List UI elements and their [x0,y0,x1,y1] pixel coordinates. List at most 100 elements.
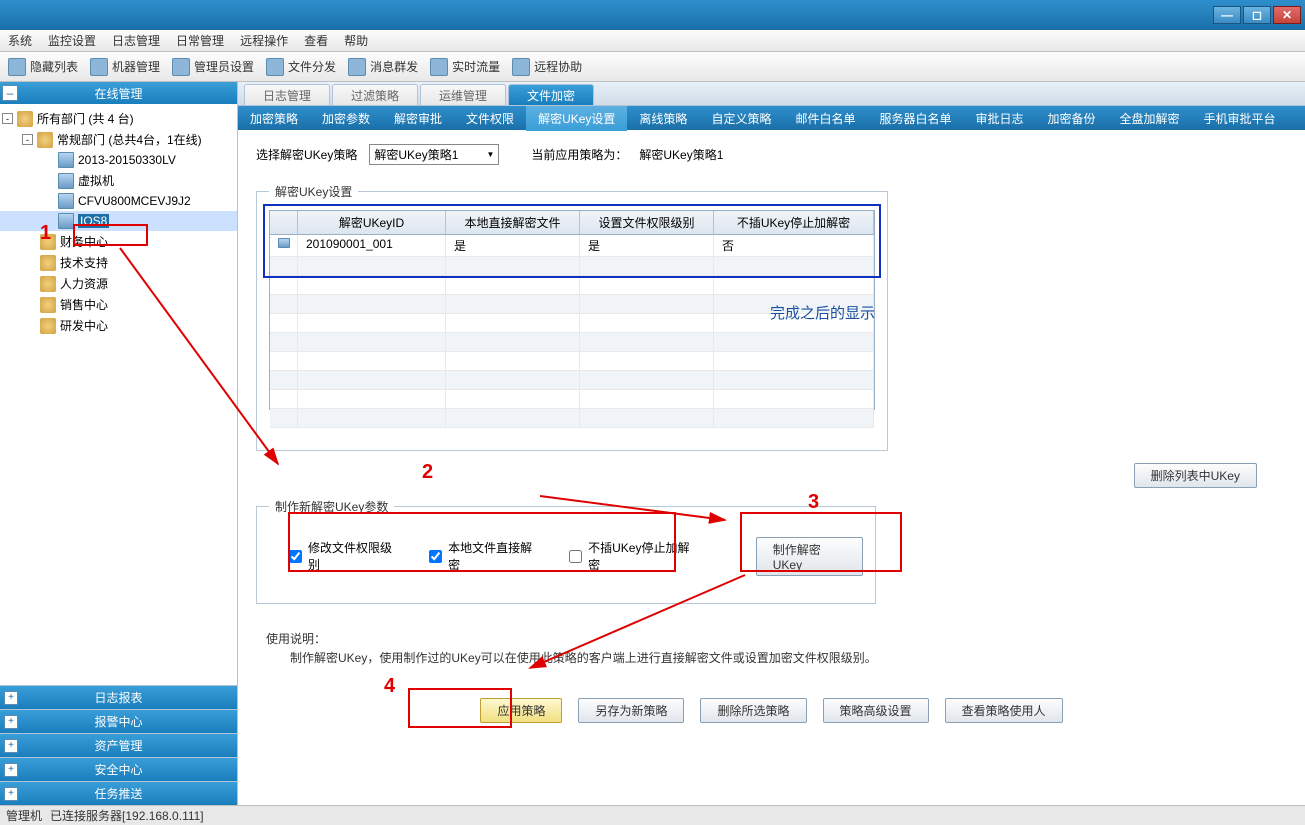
grid-row-empty [270,352,874,371]
tab-encrypt[interactable]: 文件加密 [508,84,594,105]
grid-col: 不插UKey停止加解密 [714,211,874,234]
subtab[interactable]: 加密参数 [310,106,382,131]
subtab[interactable]: 文件权限 [454,106,526,131]
tb-msg[interactable]: 消息群发 [348,58,418,76]
subtab[interactable]: 手机审批平台 [1192,106,1288,131]
checkbox[interactable] [429,550,442,563]
subtab-active[interactable]: 解密UKey设置 [526,106,627,131]
subtab[interactable]: 加密备份 [1036,106,1108,131]
menu-monitor[interactable]: 监控设置 [48,32,96,49]
menubar: 系统 监控设置 日志管理 日常管理 远程操作 查看 帮助 [0,30,1305,52]
menu-view[interactable]: 查看 [304,32,328,49]
titlebar: — ◻ ✕ [0,0,1305,30]
tree-dept[interactable]: -常规部门 (总共4台，1在线) [0,129,237,150]
grid-row-empty [270,371,874,390]
checkbox[interactable] [289,550,302,563]
usage-title: 使用说明： [266,630,1277,649]
tb-filedist[interactable]: 文件分发 [266,58,336,76]
tree-machine[interactable]: CFVU800MCEVJ9J2 [0,191,237,211]
cell: 是 [580,235,714,256]
tree-dept-item[interactable]: 研发中心 [0,315,237,336]
grid-col: 本地直接解密文件 [446,211,580,234]
delete-policy-button[interactable]: 删除所选策略 [700,698,806,723]
menu-system[interactable]: 系统 [8,32,32,49]
subtab[interactable]: 邮件白名单 [783,106,867,131]
tree-dept-item[interactable]: 销售中心 [0,294,237,315]
panel-task[interactable]: +任务推送 [0,781,237,805]
tb-remote-help[interactable]: 远程协助 [512,58,582,76]
bottom-buttons: 应用策略 另存为新策略 删除所选策略 策略高级设置 查看策略使用人 [256,698,1287,723]
panel-alarm[interactable]: +报警中心 [0,709,237,733]
grid-row[interactable]: 201090001_001 是 是 否 [270,235,874,257]
tree-machine-selected[interactable]: IOS8 [0,211,237,231]
tb-hide-list[interactable]: 隐藏列表 [8,58,78,76]
subtab[interactable]: 全盘加解密 [1108,106,1192,131]
make-ukey-button[interactable]: 制作解密UKey [756,537,863,576]
tree-dept-item[interactable]: 人力资源 [0,273,237,294]
pc-icon [58,152,74,168]
tb-machine[interactable]: 机器管理 [90,58,160,76]
policy-select-label: 选择解密UKey策略 [256,146,357,163]
collapse-button[interactable]: – [2,85,18,101]
grid-col: 解密UKeyID [298,211,446,234]
menu-remote[interactable]: 远程操作 [240,32,288,49]
panel-body: 选择解密UKey策略 解密UKey策略1 当前应用策略为： 解密UKey策略1 … [238,130,1305,805]
policy-advanced-button[interactable]: 策略高级设置 [823,698,929,723]
policy-combo[interactable]: 解密UKey策略1 [369,144,499,165]
minimize-button[interactable]: — [1213,6,1241,24]
menu-daily[interactable]: 日常管理 [176,32,224,49]
panel-logreport[interactable]: +日志报表 [0,685,237,709]
subtab[interactable]: 自定义策略 [699,106,783,131]
admin-icon [172,58,190,76]
home-icon [37,132,53,148]
checkbox[interactable] [569,550,582,563]
current-policy-label: 当前应用策略为： [531,146,627,163]
view-users-button[interactable]: 查看策略使用人 [945,698,1063,723]
close-button[interactable]: ✕ [1273,6,1301,24]
tree-machine[interactable]: 虚拟机 [0,170,237,191]
subtab[interactable]: 服务器白名单 [867,106,963,131]
subtab[interactable]: 解密审批 [382,106,454,131]
plus-icon: + [4,715,18,729]
chk-stop-no-ukey[interactable]: 不插UKey停止加解密 [569,539,696,573]
sidebar: – 在线管理 -所有部门 (共 4 台) -常规部门 (总共4台，1在线) 20… [0,82,238,805]
maximize-button[interactable]: ◻ [1243,6,1271,24]
saveas-policy-button[interactable]: 另存为新策略 [578,698,684,723]
dept-icon [40,297,56,313]
dept-icon [40,255,56,271]
tree-machine[interactable]: 2013-20150330LV [0,150,237,170]
menu-help[interactable]: 帮助 [344,32,368,49]
tree-root[interactable]: -所有部门 (共 4 台) [0,108,237,129]
subtab[interactable]: 审批日志 [963,106,1035,131]
grid-row-empty [270,276,874,295]
chk-modify-level[interactable]: 修改文件权限级别 [289,539,399,573]
policy-row: 选择解密UKey策略 解密UKey策略1 当前应用策略为： 解密UKey策略1 [256,144,1287,165]
tb-admin[interactable]: 管理员设置 [172,58,254,76]
done-label: 完成之后的显示 [770,302,875,323]
tree: -所有部门 (共 4 台) -常规部门 (总共4台，1在线) 2013-2015… [0,104,237,685]
toggle-icon[interactable]: - [22,134,33,145]
panel-security[interactable]: +安全中心 [0,757,237,781]
tree-dept-item[interactable]: 技术支持 [0,252,237,273]
delete-ukey-button[interactable]: 删除列表中UKey [1134,463,1257,488]
subtab[interactable]: 离线策略 [627,106,699,131]
menu-log[interactable]: 日志管理 [112,32,160,49]
tab-log[interactable]: 日志管理 [244,84,330,105]
hide-icon [8,58,26,76]
tab-ops[interactable]: 运维管理 [420,84,506,105]
status-right: 已连接服务器[192.168.0.111] [50,807,204,824]
tabs-lower: 加密策略 加密参数 解密审批 文件权限 解密UKey设置 离线策略 自定义策略 … [238,106,1305,130]
pc-icon [58,213,74,229]
tab-filter[interactable]: 过滤策略 [332,84,418,105]
tb-traffic[interactable]: 实时流量 [430,58,500,76]
apply-policy-button[interactable]: 应用策略 [480,698,562,723]
panel-asset[interactable]: +资产管理 [0,733,237,757]
plus-icon: + [4,763,18,777]
current-policy-value: 解密UKey策略1 [639,146,723,163]
dept-icon [40,276,56,292]
toggle-icon[interactable]: - [2,113,13,124]
tree-dept-item[interactable]: 财务中心 [0,231,237,252]
subtab[interactable]: 加密策略 [238,106,310,131]
cell: 是 [446,235,580,256]
chk-local-decrypt[interactable]: 本地文件直接解密 [429,539,539,573]
